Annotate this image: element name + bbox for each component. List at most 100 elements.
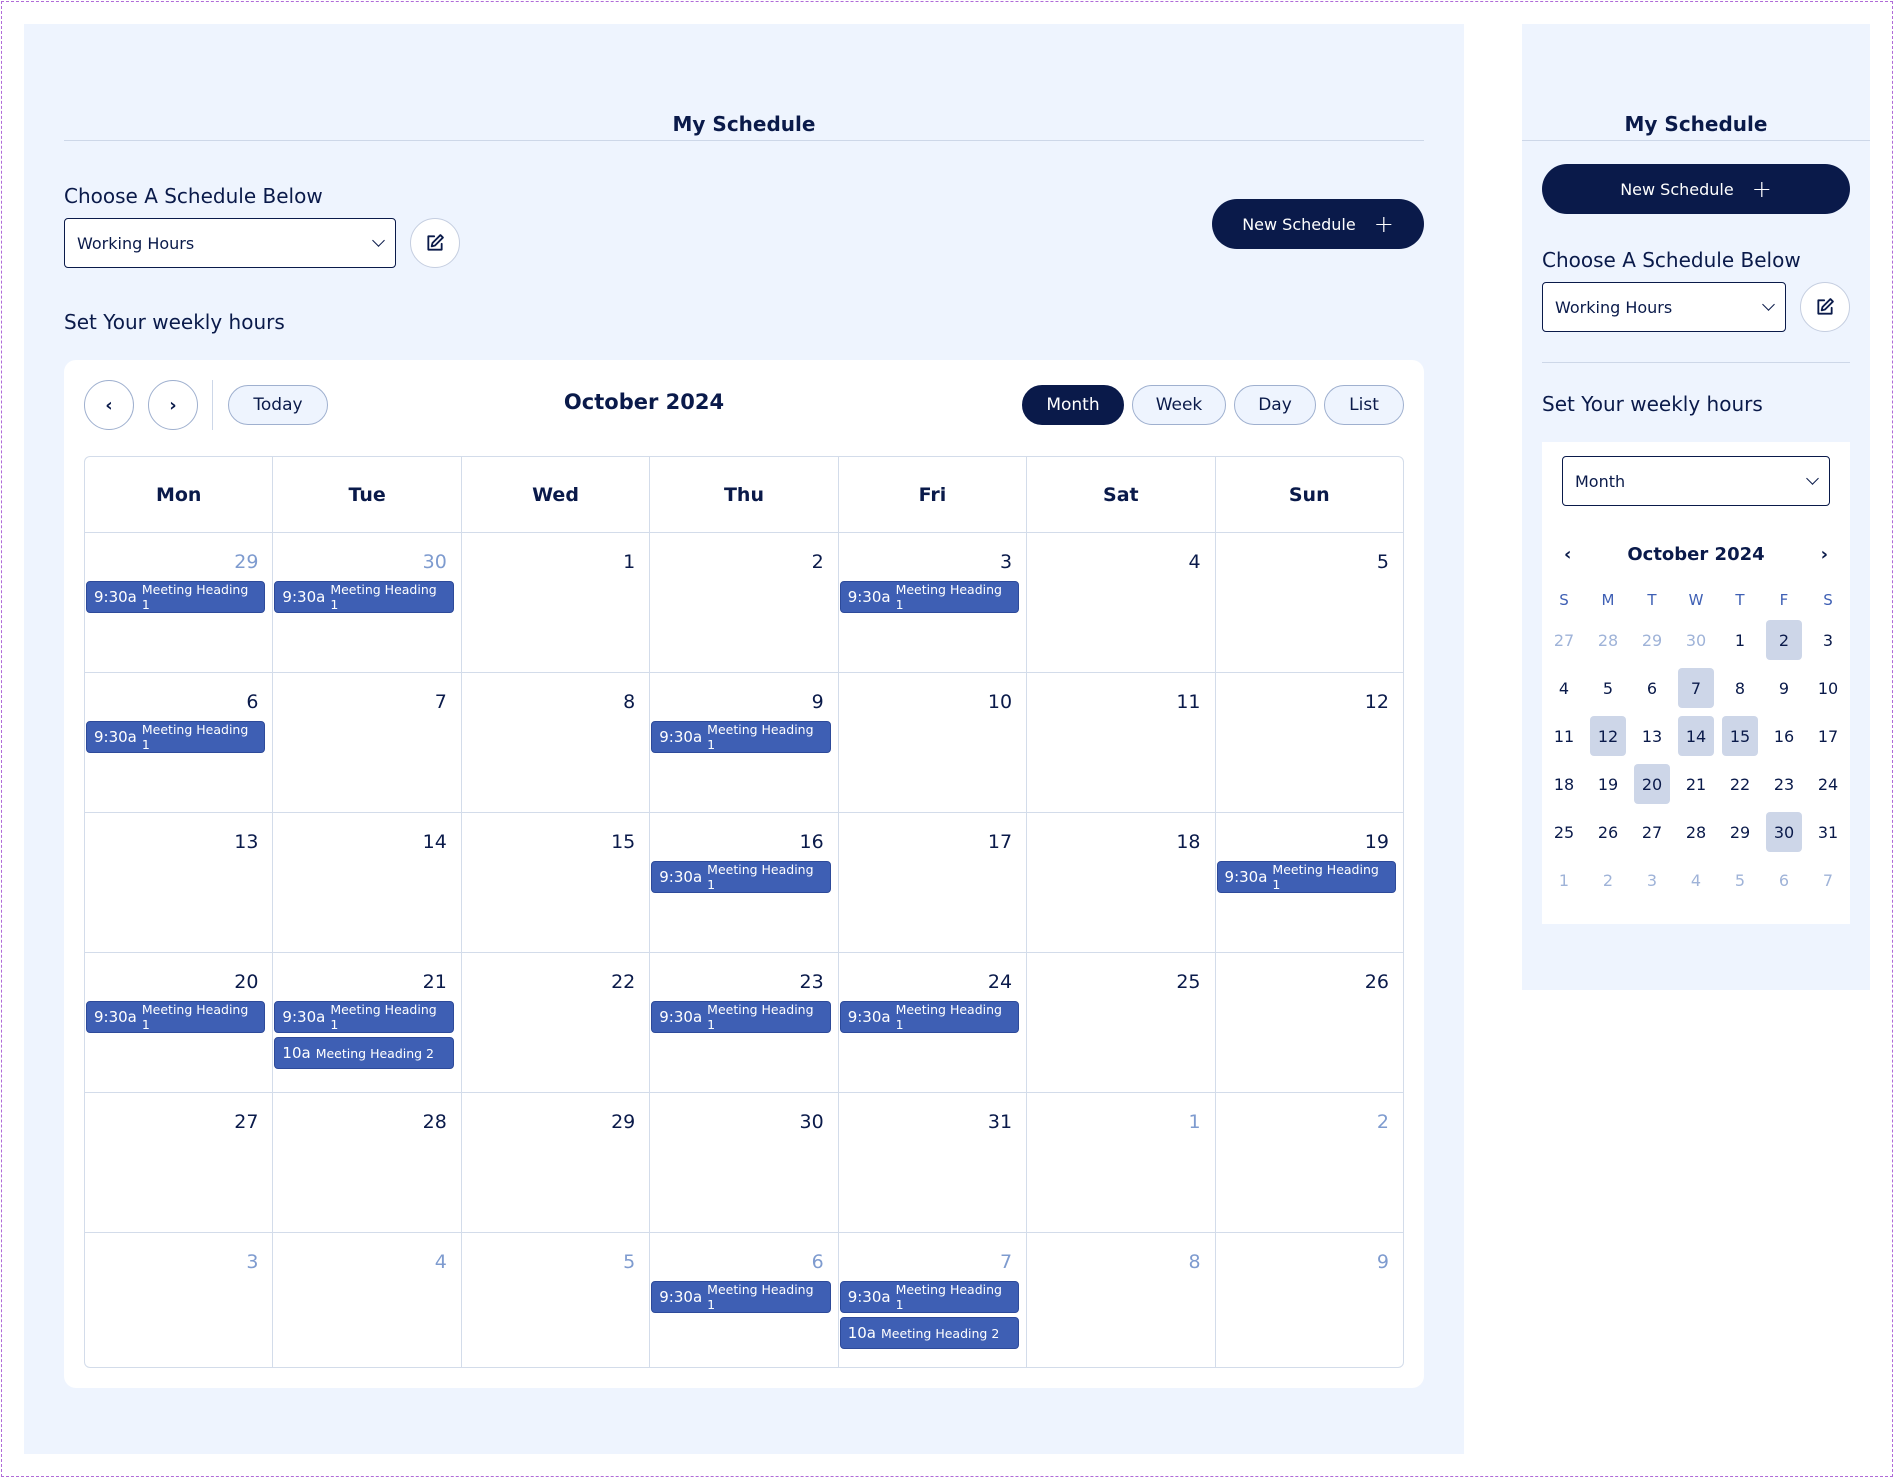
view-day-button[interactable]: Day <box>1234 385 1316 425</box>
mini-day[interactable]: 23 <box>1766 764 1802 804</box>
day-cell[interactable]: 12 <box>1216 673 1403 812</box>
event-chip[interactable]: 9:30a Meeting Heading 1 <box>1216 861 1396 893</box>
day-cell[interactable]: 11 <box>1027 673 1216 812</box>
event-chip[interactable]: 9:30a Meeting Heading 1 <box>839 1001 1020 1033</box>
view-week-button[interactable]: Week <box>1132 385 1226 425</box>
mini-day[interactable]: 12 <box>1590 716 1626 756</box>
day-cell[interactable]: 8 <box>462 673 651 812</box>
mini-day[interactable]: 8 <box>1722 668 1758 708</box>
mini-day[interactable]: 30 <box>1766 812 1802 852</box>
next-month-button[interactable]: › <box>148 380 198 430</box>
day-cell[interactable]: 1 <box>462 533 651 672</box>
mini-day[interactable]: 30 <box>1678 620 1714 660</box>
day-cell[interactable]: 5 <box>462 1233 651 1367</box>
mini-day[interactable]: 5 <box>1590 668 1626 708</box>
event-chip[interactable]: 9:30a Meeting Heading 1 <box>651 721 831 753</box>
view-list-button[interactable]: List <box>1324 385 1404 425</box>
mini-day[interactable]: 27 <box>1634 812 1670 852</box>
mini-day[interactable]: 7 <box>1810 860 1846 900</box>
day-cell[interactable]: 1 <box>1027 1093 1216 1232</box>
day-cell[interactable]: 7 <box>273 673 462 812</box>
view-month-button[interactable]: Month <box>1022 385 1124 425</box>
event-chip[interactable]: 9:30a Meeting Heading 1 <box>651 1001 831 1033</box>
mini-day[interactable]: 26 <box>1590 812 1626 852</box>
mini-day[interactable]: 14 <box>1678 716 1714 756</box>
day-cell[interactable]: 10 <box>839 673 1028 812</box>
day-cell[interactable]: 7 9:30a Meeting Heading 1 10a Meeting Headin… <box>839 1233 1028 1367</box>
chevron-left-icon[interactable]: ‹ <box>1564 544 1571 565</box>
mini-day[interactable]: 18 <box>1546 764 1582 804</box>
event-chip[interactable]: 9:30a Meeting Heading 1 <box>274 581 454 613</box>
day-cell[interactable]: 26 <box>1216 953 1403 1092</box>
side-new-schedule-button[interactable]: New Schedule + <box>1542 164 1850 214</box>
mini-day[interactable]: 29 <box>1634 620 1670 660</box>
event-chip[interactable]: 9:30a Meeting Heading 1 <box>651 1281 831 1313</box>
event-chip[interactable]: 9:30a Meeting Heading 1 <box>839 1281 1020 1313</box>
mini-day[interactable]: 9 <box>1766 668 1802 708</box>
mini-day[interactable]: 17 <box>1810 716 1846 756</box>
event-chip[interactable]: 9:30a Meeting Heading 1 <box>274 1001 454 1033</box>
mini-day[interactable]: 22 <box>1722 764 1758 804</box>
day-cell[interactable]: 29 9:30a Meeting Heading 1 <box>85 533 274 672</box>
day-cell[interactable]: 14 <box>273 813 462 952</box>
day-cell[interactable]: 9 <box>1216 1233 1403 1367</box>
day-cell[interactable]: 28 <box>273 1093 462 1232</box>
edit-schedule-button[interactable] <box>410 218 460 268</box>
day-cell[interactable]: 18 <box>1027 813 1216 952</box>
mini-day[interactable]: 21 <box>1678 764 1714 804</box>
day-cell[interactable]: 27 <box>85 1093 274 1232</box>
mini-day[interactable]: 16 <box>1766 716 1802 756</box>
side-edit-schedule-button[interactable] <box>1800 282 1850 332</box>
mini-day[interactable]: 4 <box>1678 860 1714 900</box>
day-cell[interactable]: 22 <box>462 953 651 1092</box>
mini-day[interactable]: 6 <box>1766 860 1802 900</box>
day-cell[interactable]: 2 <box>650 533 839 672</box>
day-cell[interactable]: 31 <box>839 1093 1028 1232</box>
day-cell[interactable]: 2 <box>1216 1093 1403 1232</box>
event-chip[interactable]: 9:30a Meeting Heading 1 <box>86 721 266 753</box>
mini-day[interactable]: 20 <box>1634 764 1670 804</box>
day-cell[interactable]: 6 9:30a Meeting Heading 1 <box>85 673 274 812</box>
mini-day[interactable]: 31 <box>1810 812 1846 852</box>
mini-day[interactable]: 24 <box>1810 764 1846 804</box>
today-button[interactable]: Today <box>228 385 328 425</box>
event-chip[interactable]: 10a Meeting Heading 2 <box>274 1037 454 1069</box>
event-chip[interactable]: 9:30a Meeting Heading 1 <box>86 581 266 613</box>
day-cell[interactable]: 4 <box>1027 533 1216 672</box>
day-cell[interactable]: 17 <box>839 813 1028 952</box>
day-cell[interactable]: 15 <box>462 813 651 952</box>
mini-day[interactable]: 2 <box>1766 620 1802 660</box>
event-chip[interactable]: 9:30a Meeting Heading 1 <box>86 1001 266 1033</box>
mini-day[interactable]: 28 <box>1678 812 1714 852</box>
day-cell[interactable]: 30 9:30a Meeting Heading 1 <box>273 533 462 672</box>
day-cell[interactable]: 25 <box>1027 953 1216 1092</box>
day-cell[interactable]: 30 <box>650 1093 839 1232</box>
mini-day[interactable]: 10 <box>1810 668 1846 708</box>
mini-day[interactable]: 4 <box>1546 668 1582 708</box>
day-cell[interactable]: 3 9:30a Meeting Heading 1 <box>839 533 1028 672</box>
mini-day[interactable]: 1 <box>1722 620 1758 660</box>
mini-day[interactable]: 3 <box>1634 860 1670 900</box>
side-schedule-select[interactable]: Working Hours <box>1542 282 1786 332</box>
day-cell[interactable]: 20 9:30a Meeting Heading 1 <box>85 953 274 1092</box>
event-chip[interactable]: 9:30a Meeting Heading 1 <box>651 861 831 893</box>
day-cell[interactable]: 23 9:30a Meeting Heading 1 <box>650 953 839 1092</box>
mini-day[interactable]: 5 <box>1722 860 1758 900</box>
day-cell[interactable]: 29 <box>462 1093 651 1232</box>
mini-day[interactable]: 25 <box>1546 812 1582 852</box>
day-cell[interactable]: 13 <box>85 813 274 952</box>
event-chip[interactable]: 9:30a Meeting Heading 1 <box>839 581 1020 613</box>
day-cell[interactable]: 4 <box>273 1233 462 1367</box>
day-cell[interactable]: 21 9:30a Meeting Heading 1 10a Meeting Headi… <box>273 953 462 1092</box>
mini-day[interactable]: 13 <box>1634 716 1670 756</box>
mini-day[interactable]: 29 <box>1722 812 1758 852</box>
mini-day[interactable]: 6 <box>1634 668 1670 708</box>
mini-day[interactable]: 2 <box>1590 860 1626 900</box>
mini-day[interactable]: 11 <box>1546 716 1582 756</box>
day-cell[interactable]: 5 <box>1216 533 1403 672</box>
chevron-right-icon[interactable]: › <box>1821 544 1828 565</box>
mini-day[interactable]: 19 <box>1590 764 1626 804</box>
mini-day[interactable]: 28 <box>1590 620 1626 660</box>
new-schedule-button[interactable]: New Schedule + <box>1212 199 1424 249</box>
day-cell[interactable]: 19 9:30a Meeting Heading 1 <box>1216 813 1403 952</box>
